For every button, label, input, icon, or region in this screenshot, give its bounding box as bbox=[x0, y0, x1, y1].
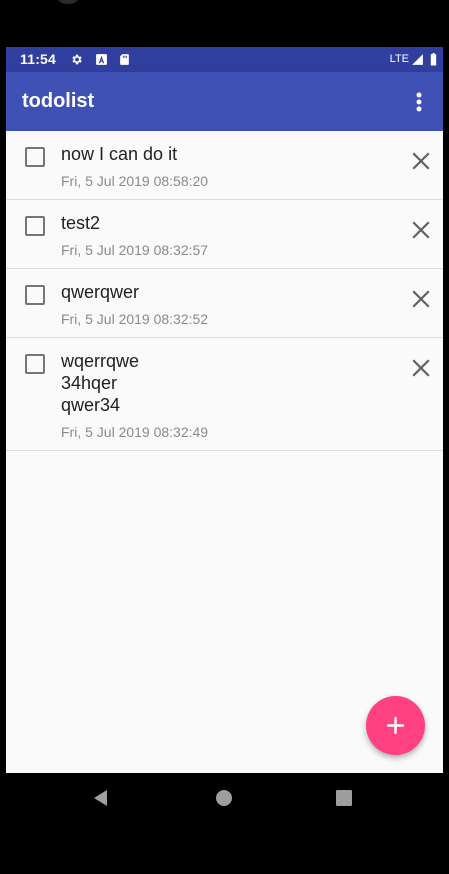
navigation-bar bbox=[0, 773, 449, 823]
back-icon[interactable] bbox=[90, 787, 112, 809]
todo-title: wqerrqwe 34hqer qwer34 bbox=[61, 351, 140, 415]
todo-item[interactable]: qwerqwer Fri, 5 Jul 2019 08:32:52 bbox=[6, 269, 443, 338]
close-icon[interactable] bbox=[407, 354, 435, 382]
status-time: 11:54 bbox=[20, 51, 57, 67]
app-bar: todolist bbox=[6, 72, 443, 131]
close-icon[interactable] bbox=[407, 147, 435, 175]
app-title: todolist bbox=[22, 90, 95, 112]
todo-list: now I can do it Fri, 5 Jul 2019 08:58:20… bbox=[6, 131, 443, 451]
sd-card-icon bbox=[120, 54, 129, 65]
todo-title: now I can do it bbox=[61, 144, 178, 164]
home-icon[interactable] bbox=[213, 787, 235, 809]
todo-date: Fri, 5 Jul 2019 08:32:52 bbox=[61, 311, 209, 327]
device-frame: 11:54 LTE todolist now I can do it Fri, … bbox=[0, 0, 449, 874]
more-vert-icon[interactable] bbox=[401, 84, 437, 120]
todo-date: Fri, 5 Jul 2019 08:58:20 bbox=[61, 173, 209, 189]
app-screen: 11:54 LTE todolist now I can do it Fri, … bbox=[6, 47, 443, 773]
close-icon[interactable] bbox=[407, 285, 435, 313]
close-icon[interactable] bbox=[407, 216, 435, 244]
todo-item[interactable]: wqerrqwe 34hqer qwer34 Fri, 5 Jul 2019 0… bbox=[6, 338, 443, 451]
todo-date: Fri, 5 Jul 2019 08:32:57 bbox=[61, 242, 209, 258]
todo-checkbox[interactable] bbox=[25, 354, 45, 374]
todo-title: qwerqwer bbox=[61, 282, 140, 302]
plus-icon bbox=[386, 716, 405, 735]
a-notification-icon bbox=[96, 54, 107, 65]
todo-item[interactable]: now I can do it Fri, 5 Jul 2019 08:58:20 bbox=[6, 131, 443, 200]
camera-notch bbox=[58, 0, 78, 4]
recents-icon[interactable] bbox=[333, 787, 355, 809]
status-bar: 11:54 LTE bbox=[6, 47, 443, 72]
todo-item[interactable]: test2 Fri, 5 Jul 2019 08:32:57 bbox=[6, 200, 443, 269]
settings-icon bbox=[72, 54, 82, 65]
todo-checkbox[interactable] bbox=[25, 147, 45, 167]
battery-icon bbox=[430, 53, 437, 66]
todo-checkbox[interactable] bbox=[25, 285, 45, 305]
todo-title: test2 bbox=[61, 213, 101, 233]
todo-date: Fri, 5 Jul 2019 08:32:49 bbox=[61, 424, 209, 440]
network-type: LTE bbox=[389, 53, 409, 65]
signal-icon bbox=[412, 54, 423, 65]
add-todo-button[interactable] bbox=[366, 696, 425, 755]
todo-checkbox[interactable] bbox=[25, 216, 45, 236]
